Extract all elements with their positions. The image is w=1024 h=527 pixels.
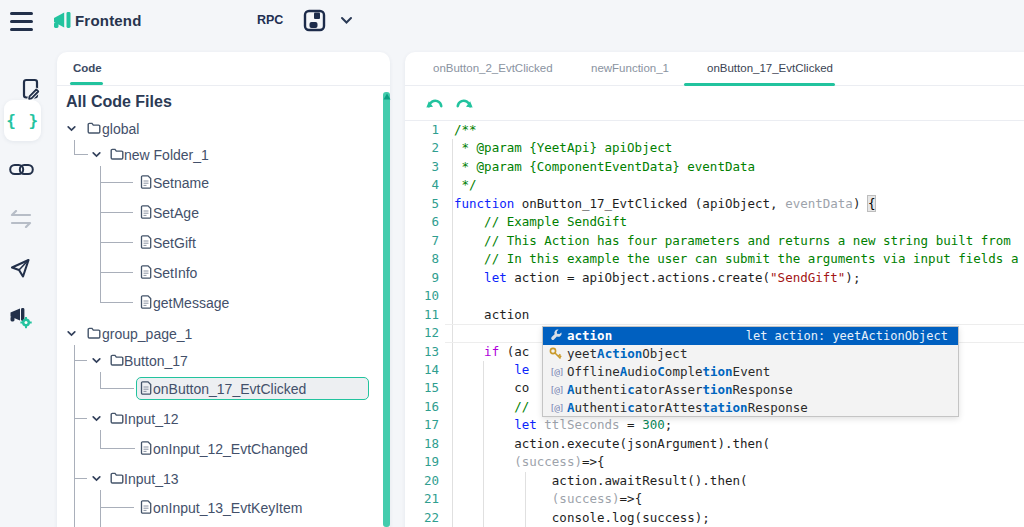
code-line-11: 11 action	[405, 306, 1024, 324]
code-line-19: 19 (success)=>{	[405, 453, 1024, 471]
code-line-7: 7 // This Action has four parameters and…	[405, 232, 1024, 250]
tree-item-SetGift[interactable]: SetGift	[57, 229, 377, 255]
edit-code-icon[interactable]	[10, 78, 52, 100]
file-icon	[140, 205, 152, 219]
code-line-22: 22 console.log(success);	[405, 509, 1024, 527]
tree-item-global[interactable]: global	[57, 115, 377, 141]
tree-item-Button-17[interactable]: Button_17	[57, 347, 377, 373]
tree-item-getMessage[interactable]: getMessage	[57, 289, 377, 315]
code-line-2: 2 * @param {YeetApi} apiObject	[405, 139, 1024, 157]
tree-heading: All Code Files	[66, 93, 172, 111]
code-line-3: 3 * @param {ComponentEventData} eventDat…	[405, 158, 1024, 176]
folder-icon	[110, 148, 124, 160]
file-icon	[140, 235, 152, 249]
editor-toolbar	[405, 86, 1024, 121]
tree-item-SetInfo[interactable]: SetInfo	[57, 259, 377, 285]
file-icon	[140, 500, 152, 514]
scrollbar-up-arrow-icon[interactable]	[383, 93, 391, 100]
swap-arrows-icon[interactable]	[10, 210, 32, 228]
code-line-17: 17 let ttlSeconds = 300;	[405, 416, 1024, 434]
save-icon[interactable]	[303, 9, 326, 32]
code-line-8: 8 // In this example the user can submit…	[405, 250, 1024, 268]
autocomplete-item-4[interactable]: [@]AuthenticatorAttestationResponse	[543, 399, 958, 417]
chevron-down-icon[interactable]	[91, 413, 102, 424]
editor-tab-2[interactable]: onButton_17_EvtClicked	[707, 52, 833, 85]
key-icon	[549, 347, 562, 360]
wrench-icon	[550, 329, 563, 342]
code-editor[interactable]: 1/**2 * @param {YeetApi} apiObject3 * @p…	[405, 121, 1024, 527]
folder-icon	[110, 472, 124, 484]
chevron-down-icon[interactable]	[66, 328, 77, 339]
sidebar-item-code[interactable]: { }	[4, 100, 41, 141]
code-line-5: 5function onButton_17_EvtClicked (apiObj…	[405, 195, 1024, 213]
editor-tab-0[interactable]: onButton_2_EvtClicked	[433, 52, 553, 85]
autocomplete-item-3[interactable]: [@]AuthenticatorAssertionResponse	[543, 381, 958, 399]
undo-icon[interactable]	[426, 95, 444, 112]
folder-icon	[87, 122, 101, 134]
chevron-down-icon[interactable]	[91, 355, 102, 366]
send-icon[interactable]	[9, 257, 32, 280]
event-icon: [@]	[548, 384, 565, 395]
code-line-6: 6 // Example SendGift	[405, 213, 1024, 231]
announce-settings-icon[interactable]	[8, 306, 33, 329]
file-icon	[140, 265, 152, 279]
code-line-1: 1/**	[405, 121, 1024, 139]
code-files-panel: Code All Code Files globalnew Folder_1Se…	[57, 52, 390, 527]
tree-item-SetAge[interactable]: SetAge	[57, 199, 377, 225]
autocomplete-detail: let action: yeetActionObject	[746, 329, 948, 343]
code-line-20: 20 action.awaitResult().then(	[405, 472, 1024, 490]
chevron-down-icon[interactable]	[340, 16, 353, 25]
menu-hamburger-icon[interactable]	[10, 12, 33, 31]
autocomplete-popup: action let action: yeetActionObject yeet…	[542, 326, 959, 417]
code-line-21: 21 (success)=>{	[405, 490, 1024, 508]
left-panel-tabbar: Code	[57, 52, 390, 86]
tab-code[interactable]: Code	[73, 52, 102, 85]
file-icon	[140, 441, 152, 455]
tree-item-onInput-13-EvtKeyItem[interactable]: onInput_13_EvtKeyItem	[57, 494, 377, 520]
link-icon[interactable]	[9, 160, 34, 179]
tab-code-underline	[70, 82, 103, 85]
braces-icon: { }	[4, 111, 39, 130]
chevron-down-icon[interactable]	[91, 473, 102, 484]
folder-icon	[110, 354, 124, 366]
rpc-label[interactable]: RPC	[257, 13, 283, 27]
tree-item-Input-12[interactable]: Input_12	[57, 405, 377, 431]
event-icon: [@]	[548, 402, 565, 413]
tree-item-onInput-12-EvtChanged[interactable]: onInput_12_EvtChanged	[57, 435, 377, 461]
autocomplete-item-selected[interactable]: action let action: yeetActionObject	[543, 327, 958, 345]
folder-icon	[87, 327, 101, 339]
file-icon	[140, 295, 152, 309]
file-icon	[140, 175, 152, 189]
redo-icon[interactable]	[455, 95, 473, 112]
tree-item-new-Folder-1[interactable]: new Folder_1	[57, 141, 377, 167]
chevron-down-icon[interactable]	[91, 149, 102, 160]
editor-panel: onButton_2_EvtClicked newFunction_1 onButt…	[405, 52, 1024, 527]
tree-item-onButton-17-EvtClicked[interactable]: onButton_17_EvtClicked	[57, 375, 377, 401]
tree-item-Setname[interactable]: Setname	[57, 169, 377, 195]
tree-item-group-page-1[interactable]: group_page_1	[57, 320, 377, 346]
folder-icon	[110, 412, 124, 424]
editor-tab-1[interactable]: newFunction_1	[591, 52, 669, 85]
chevron-down-icon[interactable]	[66, 123, 77, 134]
autocomplete-item-2[interactable]: [@]OfflineAudioCompletionEvent	[543, 363, 958, 381]
tree-item-Input-13[interactable]: Input_13	[57, 465, 377, 491]
code-line-4: 4 */	[405, 176, 1024, 194]
autocomplete-item-1[interactable]: yeetActionObject	[543, 345, 958, 363]
event-icon: [@]	[548, 366, 565, 377]
app-logo-megaphone-icon	[52, 10, 73, 31]
editor-tabbar: onButton_2_EvtClicked newFunction_1 onButt…	[405, 52, 1024, 86]
app-title: Frontend	[75, 12, 142, 29]
code-line-9: 9 let action = apiObject.actions.create(…	[405, 269, 1024, 287]
code-line-18: 18 action.execute(jsonArgument).then(	[405, 435, 1024, 453]
tree-scrollbar[interactable]	[383, 92, 390, 527]
code-line-10: 10	[405, 287, 1024, 305]
file-icon	[140, 381, 152, 395]
